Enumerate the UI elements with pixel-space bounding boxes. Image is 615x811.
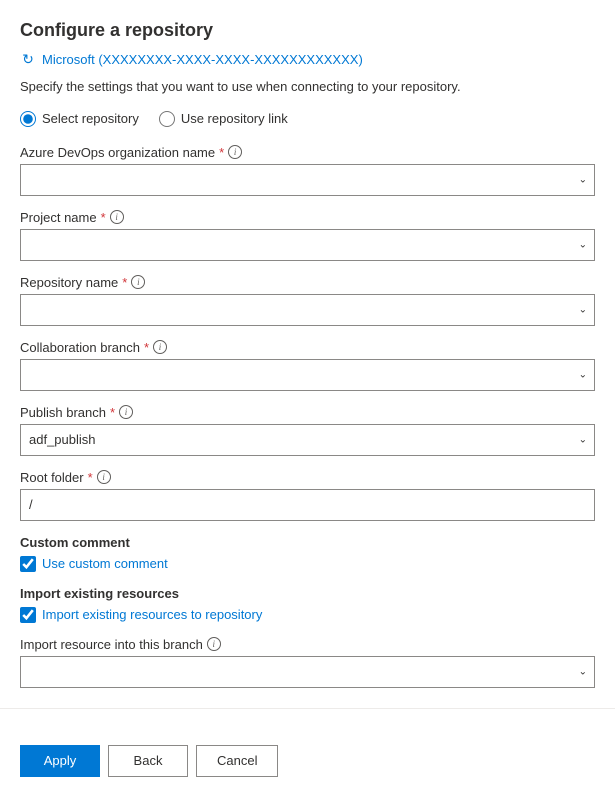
collab-branch-label: Collaboration branch * i bbox=[20, 340, 595, 355]
radio-use-link-input[interactable] bbox=[159, 111, 175, 127]
org-name-label: Azure DevOps organization name * i bbox=[20, 145, 595, 160]
org-name-info-icon[interactable]: i bbox=[228, 145, 242, 159]
custom-comment-label-text: Use custom comment bbox=[42, 556, 168, 571]
footer: Apply Back Cancel bbox=[0, 729, 615, 797]
publish-branch-info-icon[interactable]: i bbox=[119, 405, 133, 419]
root-folder-input[interactable]: / bbox=[20, 489, 595, 521]
radio-use-link-label: Use repository link bbox=[181, 111, 288, 126]
publish-branch-select[interactable]: adf_publish bbox=[20, 424, 595, 456]
project-name-required: * bbox=[101, 210, 106, 225]
custom-comment-checkbox-label[interactable]: Use custom comment bbox=[20, 556, 595, 572]
custom-comment-group: Custom comment Use custom comment bbox=[20, 535, 595, 572]
root-folder-required: * bbox=[88, 470, 93, 485]
root-folder-field: Root folder * i / bbox=[20, 470, 595, 521]
project-name-dropdown: ⌄ bbox=[20, 229, 595, 261]
radio-group: Select repository Use repository link bbox=[20, 111, 595, 127]
repository-name-label-text: Repository name bbox=[20, 275, 118, 290]
page-title: Configure a repository bbox=[20, 20, 595, 41]
collab-branch-info-icon[interactable]: i bbox=[153, 340, 167, 354]
org-row: ↻ Microsoft (XXXXXXXX-XXXX-XXXX-XXXXXXXX… bbox=[20, 51, 595, 67]
collab-branch-label-text: Collaboration branch bbox=[20, 340, 140, 355]
import-branch-dropdown: ⌄ bbox=[20, 656, 595, 688]
repository-name-label: Repository name * i bbox=[20, 275, 595, 290]
publish-branch-required: * bbox=[110, 405, 115, 420]
refresh-icon[interactable]: ↻ bbox=[20, 51, 36, 67]
back-button[interactable]: Back bbox=[108, 745, 188, 777]
footer-divider bbox=[0, 708, 615, 709]
import-branch-field: Import resource into this branch i ⌄ bbox=[20, 637, 595, 688]
repository-name-dropdown: ⌄ bbox=[20, 294, 595, 326]
root-folder-label-text: Root folder bbox=[20, 470, 84, 485]
org-name-field: Azure DevOps organization name * i ⌄ bbox=[20, 145, 595, 196]
description-text: Specify the settings that you want to us… bbox=[20, 77, 595, 97]
radio-select-repository-label: Select repository bbox=[42, 111, 139, 126]
import-branch-select[interactable] bbox=[20, 656, 595, 688]
repository-name-select[interactable] bbox=[20, 294, 595, 326]
repository-name-required: * bbox=[122, 275, 127, 290]
project-name-info-icon[interactable]: i bbox=[110, 210, 124, 224]
apply-button[interactable]: Apply bbox=[20, 745, 100, 777]
custom-comment-checkbox[interactable] bbox=[20, 556, 36, 572]
root-folder-info-icon[interactable]: i bbox=[97, 470, 111, 484]
publish-branch-label-text: Publish branch bbox=[20, 405, 106, 420]
org-name-select[interactable] bbox=[20, 164, 595, 196]
import-existing-group: Import existing resources Import existin… bbox=[20, 586, 595, 623]
collab-branch-required: * bbox=[144, 340, 149, 355]
import-branch-label: Import resource into this branch i bbox=[20, 637, 595, 652]
custom-comment-title: Custom comment bbox=[20, 535, 595, 550]
import-branch-info-icon[interactable]: i bbox=[207, 637, 221, 651]
org-name: Microsoft (XXXXXXXX-XXXX-XXXX-XXXXXXXXXX… bbox=[42, 52, 363, 67]
project-name-select[interactable] bbox=[20, 229, 595, 261]
radio-select-repository[interactable]: Select repository bbox=[20, 111, 139, 127]
collab-branch-field: Collaboration branch * i ⌄ bbox=[20, 340, 595, 391]
import-existing-label-text: Import existing resources to repository bbox=[42, 607, 262, 622]
project-name-field: Project name * i ⌄ bbox=[20, 210, 595, 261]
publish-branch-field: Publish branch * i adf_publish ⌄ bbox=[20, 405, 595, 456]
org-name-dropdown: ⌄ bbox=[20, 164, 595, 196]
publish-branch-label: Publish branch * i bbox=[20, 405, 595, 420]
org-name-required: * bbox=[219, 145, 224, 160]
import-existing-checkbox-label[interactable]: Import existing resources to repository bbox=[20, 607, 595, 623]
import-branch-label-text: Import resource into this branch bbox=[20, 637, 203, 652]
repository-name-info-icon[interactable]: i bbox=[131, 275, 145, 289]
publish-branch-dropdown: adf_publish ⌄ bbox=[20, 424, 595, 456]
collab-branch-dropdown: ⌄ bbox=[20, 359, 595, 391]
collab-branch-select[interactable] bbox=[20, 359, 595, 391]
import-existing-checkbox[interactable] bbox=[20, 607, 36, 623]
cancel-button[interactable]: Cancel bbox=[196, 745, 278, 777]
project-name-label-text: Project name bbox=[20, 210, 97, 225]
root-folder-label: Root folder * i bbox=[20, 470, 595, 485]
radio-select-repository-input[interactable] bbox=[20, 111, 36, 127]
repository-name-field: Repository name * i ⌄ bbox=[20, 275, 595, 326]
org-name-label-text: Azure DevOps organization name bbox=[20, 145, 215, 160]
radio-use-link[interactable]: Use repository link bbox=[159, 111, 288, 127]
project-name-label: Project name * i bbox=[20, 210, 595, 225]
import-existing-title: Import existing resources bbox=[20, 586, 595, 601]
